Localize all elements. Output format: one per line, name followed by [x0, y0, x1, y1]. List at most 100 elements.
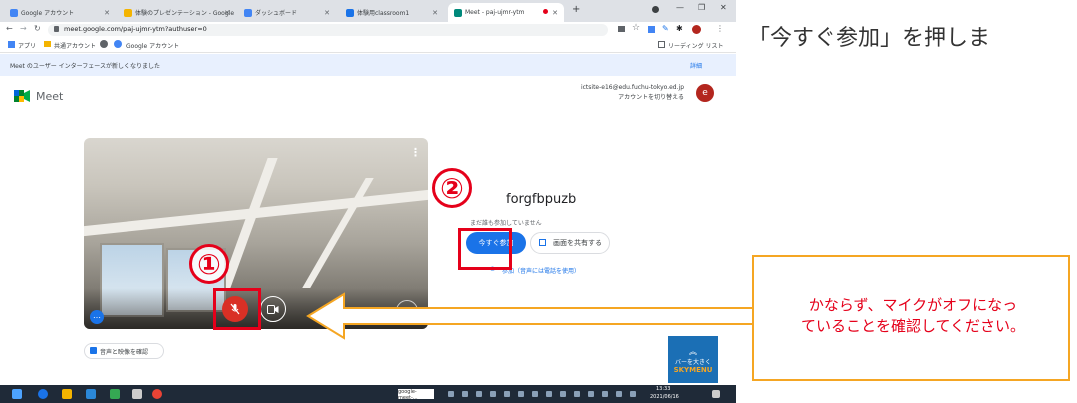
pen-icon[interactable]: ✎ — [662, 24, 669, 33]
check-av-button[interactable]: 音声と映像を確認 — [84, 343, 164, 359]
minimize-icon[interactable]: — — [676, 3, 684, 12]
reading-list-button[interactable]: リーディング リスト — [668, 41, 724, 50]
file-explorer-icon[interactable] — [62, 389, 72, 399]
close-icon[interactable]: ✕ — [224, 9, 230, 17]
tray-icon[interactable] — [448, 391, 454, 397]
recording-dot-icon — [543, 9, 548, 14]
start-icon[interactable] — [12, 389, 22, 399]
bookmark-google-account[interactable]: Google アカウント — [126, 41, 179, 50]
notification-icon[interactable] — [712, 390, 720, 398]
phone-audio-link[interactable]: 参加（音声には電話を使用） — [502, 266, 580, 275]
apps-icon — [8, 41, 15, 48]
camera-icon — [267, 304, 279, 314]
profile-dot-icon[interactable] — [652, 6, 659, 13]
tray-icon[interactable] — [490, 391, 496, 397]
tab-label: 体験のプレゼンテーション - Google — [135, 10, 235, 17]
avatar[interactable]: e — [696, 84, 714, 102]
app-icon[interactable] — [110, 389, 120, 399]
classroom-icon — [346, 8, 354, 17]
switch-account-link[interactable]: アカウントを切り替える — [520, 92, 684, 101]
banner-text: Meet のユーザー インターフェースが新しくなりました — [10, 63, 160, 70]
tab-classroom[interactable]: 体験用classroom1 ✕ — [340, 3, 444, 22]
forward-icon[interactable]: → — [20, 24, 27, 33]
tray-icon[interactable] — [504, 391, 510, 397]
slides-icon — [124, 8, 132, 17]
app-icon[interactable] — [132, 389, 142, 399]
tray-icon[interactable] — [476, 391, 482, 397]
effects-icon[interactable]: … — [90, 310, 104, 324]
back-icon[interactable]: ← — [6, 24, 13, 33]
callout-line-1: かならず、マイクがオフになっ — [808, 296, 1018, 314]
close-icon[interactable]: ✕ — [324, 9, 330, 17]
tray-icon[interactable] — [518, 391, 524, 397]
new-tab-button[interactable]: + — [572, 4, 580, 15]
tab-google-account[interactable]: Google アカウント ✕ — [4, 3, 116, 22]
skymenu-line1: バーを大きく — [674, 359, 711, 366]
tray-icon[interactable] — [462, 391, 468, 397]
tray-icon[interactable] — [560, 391, 566, 397]
taskbar: google-meet-... 13:33 2021/06/16 — [0, 385, 736, 403]
maximize-icon[interactable]: ❐ — [698, 3, 705, 12]
meeting-code: forgfbpuzb — [506, 192, 577, 207]
tray-icon[interactable] — [546, 391, 552, 397]
tab-label: Meet - paj-ujmr-ytm — [465, 9, 525, 16]
extension-icon[interactable] — [648, 26, 655, 33]
expand-arrow-icon: ︽ — [689, 347, 697, 356]
tray-icon[interactable] — [532, 391, 538, 397]
taskbar-search[interactable]: google-meet-... — [398, 389, 434, 399]
step-2-label: ② — [440, 171, 464, 205]
present-label: 画面を共有する — [553, 239, 602, 247]
tray-icon[interactable] — [574, 391, 580, 397]
store-icon[interactable] — [86, 389, 96, 399]
tray-icon[interactable] — [588, 391, 594, 397]
tab-label: Google アカウント — [21, 10, 75, 17]
present-button[interactable]: 画面を共有する — [530, 232, 610, 254]
edge-icon[interactable] — [38, 389, 48, 399]
reload-icon[interactable]: ↻ — [34, 24, 41, 33]
tab-presentation[interactable]: 体験のプレゼンテーション - Google ✕ — [118, 3, 236, 22]
bookmark-shared-account[interactable]: 共通アカウント — [54, 41, 96, 50]
details-link[interactable]: 詳細 — [690, 61, 702, 70]
more-menu-icon[interactable]: ⋮ — [716, 24, 724, 33]
clock-time: 13:33 — [656, 386, 671, 392]
clock-date: 2021/06/16 — [650, 394, 679, 400]
step-1-marker: ① — [189, 244, 229, 284]
google-icon — [244, 8, 252, 17]
tab-dashboard[interactable]: ダッシュボード ✕ — [238, 3, 336, 22]
callout-arrow-icon — [306, 292, 756, 340]
folder-icon — [44, 41, 51, 47]
close-icon[interactable]: ✕ — [432, 9, 438, 17]
close-icon[interactable]: ✕ — [104, 9, 110, 17]
account-avatar-icon[interactable] — [692, 25, 701, 34]
step-1-label: ① — [197, 247, 221, 281]
callout-box: かならず、マイクがオフになっ ていることを確認してください。 — [752, 255, 1070, 381]
chrome-icon[interactable] — [152, 389, 162, 399]
ceiling-beam — [220, 158, 278, 288]
tab-meet[interactable]: Meet - paj-ujmr-ytm ✕ — [448, 3, 564, 22]
meet-logo-text: Meet — [36, 90, 64, 103]
url-field[interactable]: meet.google.com/paj-ujmr-ytm?authuser=0 — [48, 24, 608, 36]
star-icon[interactable]: ☆ — [632, 23, 640, 33]
network-icon[interactable] — [630, 391, 636, 397]
meet-icon — [454, 8, 462, 17]
tray-icon[interactable] — [602, 391, 608, 397]
close-window-icon[interactable]: ✕ — [720, 3, 727, 12]
bookmark-apps[interactable]: アプリ — [18, 41, 36, 50]
close-icon[interactable]: ✕ — [552, 9, 558, 17]
more-options-icon[interactable]: ⋮ — [410, 146, 421, 159]
globe-icon — [100, 40, 108, 48]
ceiling-beam — [302, 178, 374, 288]
camera-indicator-icon[interactable] — [618, 26, 625, 32]
url-text: meet.google.com/paj-ujmr-ytm?authuser=0 — [64, 25, 207, 33]
taskbar-search-text: google-meet-... — [398, 389, 418, 399]
av-check-icon — [90, 347, 97, 354]
participants-status: まだ誰も参加していません — [470, 220, 542, 227]
tab-bar: Google アカウント ✕ 体験のプレゼンテーション - Google ✕ ダ… — [0, 0, 736, 22]
present-icon — [539, 239, 546, 246]
camera-button[interactable] — [260, 296, 286, 322]
puzzle-icon[interactable]: ✱ — [676, 24, 683, 33]
volume-icon[interactable] — [616, 391, 622, 397]
meet-logo-icon — [14, 90, 30, 102]
lock-icon — [54, 26, 59, 32]
google-icon — [10, 8, 18, 17]
